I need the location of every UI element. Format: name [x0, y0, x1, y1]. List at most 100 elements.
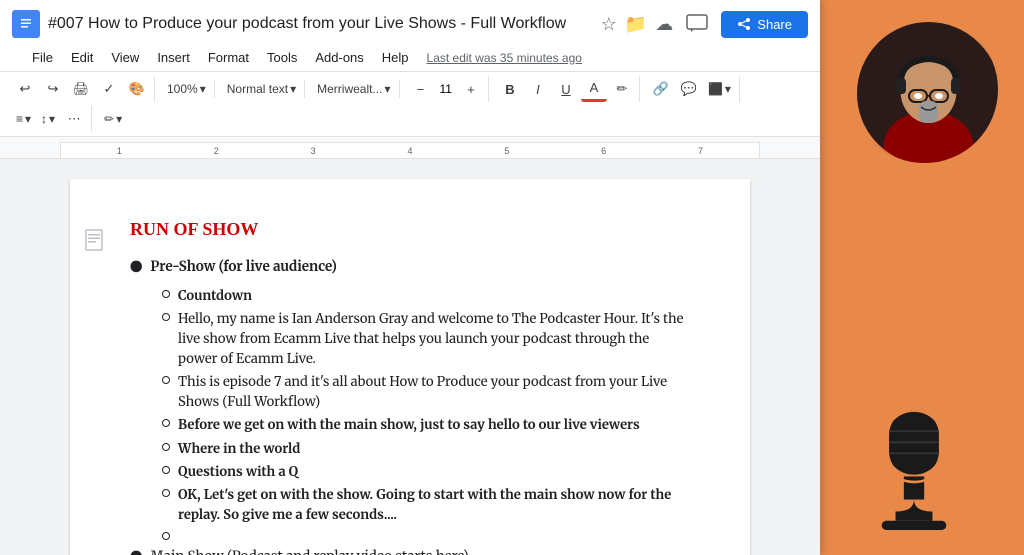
zoom-chevron: ▾	[200, 82, 206, 96]
docs-window: #007 How to Produce your podcast from yo…	[0, 0, 820, 555]
svg-text:e: e	[906, 354, 923, 396]
sub-item-label: Countdown	[178, 286, 252, 306]
menu-edit[interactable]: Edit	[63, 46, 101, 69]
list-item: Hello, my name is Ian Anderson Gray and …	[162, 309, 690, 369]
document-content: ● Pre-Show (for live audience) Countdown…	[130, 256, 690, 555]
menu-tools[interactable]: Tools	[259, 46, 305, 69]
sub-bullet	[162, 443, 170, 451]
sub-item-label: OK, Let's get on with the show. Going to…	[178, 485, 690, 525]
person-photo	[847, 12, 1002, 167]
microphone-icon	[854, 405, 974, 535]
menu-help[interactable]: Help	[374, 46, 417, 69]
menu-format[interactable]: Format	[200, 46, 257, 69]
image-dropdown[interactable]: ⬛▾	[704, 80, 735, 98]
menu-insert[interactable]: Insert	[149, 46, 198, 69]
list-item: Countdown	[162, 286, 690, 306]
italic-button[interactable]: I	[525, 76, 551, 102]
align-dropdown[interactable]: ≡▾	[12, 110, 35, 128]
document-title: #007 How to Produce your podcast from yo…	[48, 15, 593, 33]
comment-icon[interactable]	[681, 8, 713, 40]
sub-bullet	[162, 466, 170, 474]
toolbar-style-group: Normal text ▾	[219, 80, 305, 98]
title-icons: ☆ 📁 ☁	[601, 14, 674, 35]
list-item: Where in the world	[162, 439, 690, 459]
list-item: Before we get on with the main show, jus…	[162, 415, 690, 435]
highlight-button[interactable]: ✏	[609, 76, 635, 102]
sub-bullet	[162, 290, 170, 298]
sub-bullet	[162, 313, 170, 321]
toolbar-link-group: 🔗 💬 ⬛▾	[644, 76, 740, 102]
ecamm-logo: e	[834, 355, 994, 535]
text-color-button[interactable]: A	[581, 76, 607, 102]
comment-button[interactable]: 💬	[676, 76, 702, 102]
zoom-dropdown[interactable]: 100% ▾	[163, 80, 210, 98]
list-item	[162, 528, 690, 540]
sub-item-label: Where in the world	[178, 439, 300, 459]
list-item-label: Pre-Show (for live audience)	[150, 256, 336, 280]
sub-bullet	[162, 532, 170, 540]
toolbar-zoom-group: 100% ▾	[159, 80, 215, 98]
toolbar-pen-group: ✏▾	[96, 110, 130, 128]
sub-list: Countdown Hello, my name is Ian Anderson…	[162, 286, 690, 541]
sub-bullet	[162, 419, 170, 427]
list-item: ● Main Show (Podcast and replay video st…	[130, 546, 690, 555]
ruler-inner: 1 2 3 4 5 6 7	[60, 142, 760, 158]
docs-icon	[12, 10, 40, 38]
document-heading: RUN OF SHOW	[130, 219, 690, 240]
share-label: Share	[757, 17, 792, 32]
ruler: 1 2 3 4 5 6 7	[0, 137, 820, 159]
sub-bullet	[162, 489, 170, 497]
size-decrease-button[interactable]: −	[408, 76, 434, 102]
toolbar-format-group: B I U A ✏	[493, 76, 640, 102]
sub-bullet	[162, 376, 170, 384]
undo-button[interactable]: ↩	[12, 76, 38, 102]
title-bar: #007 How to Produce your podcast from yo…	[0, 0, 820, 72]
list-item: ● Pre-Show (for live audience)	[130, 256, 690, 280]
underline-button[interactable]: U	[553, 76, 579, 102]
list-item: OK, Let's get on with the show. Going to…	[162, 485, 690, 525]
folder-icon[interactable]: 📁	[625, 14, 647, 35]
style-dropdown[interactable]: Normal text ▾	[223, 80, 300, 98]
pen-dropdown[interactable]: ✏▾	[100, 110, 126, 128]
toolbar: ↩ ↪ 🖨 ✓ 🎨 100% ▾ Normal text ▾ Merriweal…	[0, 72, 820, 137]
zoom-value: 100%	[167, 82, 198, 96]
font-size-value: 11	[436, 82, 456, 96]
bullet-dot: ●	[130, 548, 142, 555]
bold-button[interactable]: B	[497, 76, 523, 102]
toolbar-align-group: ≡▾ ↕▾ ⋯	[8, 106, 92, 132]
more-toolbar[interactable]: ⋯	[61, 106, 87, 132]
font-dropdown[interactable]: Merriwealt... ▾	[313, 80, 394, 98]
spacing-dropdown[interactable]: ↕▾	[37, 110, 59, 128]
star-icon[interactable]: ☆	[601, 14, 617, 35]
document-area: RUN OF SHOW ● Pre-Show (for live audienc…	[0, 159, 820, 555]
toolbar-font-group: Merriwealt... ▾	[309, 80, 399, 98]
menu-view[interactable]: View	[103, 46, 147, 69]
style-value: Normal text	[227, 82, 288, 96]
last-edit-info[interactable]: Last edit was 35 minutes ago	[427, 51, 582, 65]
font-value: Merriwealt...	[317, 82, 382, 96]
font-chevron: ▾	[384, 82, 390, 96]
paint-format-button[interactable]: 🎨	[124, 76, 150, 102]
bullet-dot: ●	[130, 258, 142, 280]
sub-item-label: Before we get on with the main show, jus…	[178, 415, 640, 435]
list-item-label: Main Show (Podcast and replay video star…	[150, 546, 468, 555]
share-button[interactable]: Share	[721, 11, 808, 38]
link-button[interactable]: 🔗	[648, 76, 674, 102]
cloud-icon[interactable]: ☁	[655, 14, 673, 35]
spellcheck-button[interactable]: ✓	[96, 76, 122, 102]
sidebar-doc-icon	[85, 229, 103, 256]
size-increase-button[interactable]: +	[458, 76, 484, 102]
menu-file[interactable]: File	[24, 46, 61, 69]
document-page: RUN OF SHOW ● Pre-Show (for live audienc…	[70, 179, 750, 555]
sub-item-label: Questions with a Q	[178, 462, 298, 482]
menu-addons[interactable]: Add-ons	[307, 46, 371, 69]
print-button[interactable]: 🖨	[68, 76, 94, 102]
sub-item-label: This is episode 7 and it's all about How…	[178, 372, 690, 412]
redo-button[interactable]: ↪	[40, 76, 66, 102]
toolbar-size-group: − 11 +	[404, 76, 489, 102]
menu-bar: File Edit View Insert Format Tools Add-o…	[12, 44, 808, 71]
style-chevron: ▾	[290, 82, 296, 96]
sub-item-label: Hello, my name is Ian Anderson Gray and …	[178, 309, 690, 369]
toolbar-undo-group: ↩ ↪ 🖨 ✓ 🎨	[8, 76, 155, 102]
list-item: Questions with a Q	[162, 462, 690, 482]
